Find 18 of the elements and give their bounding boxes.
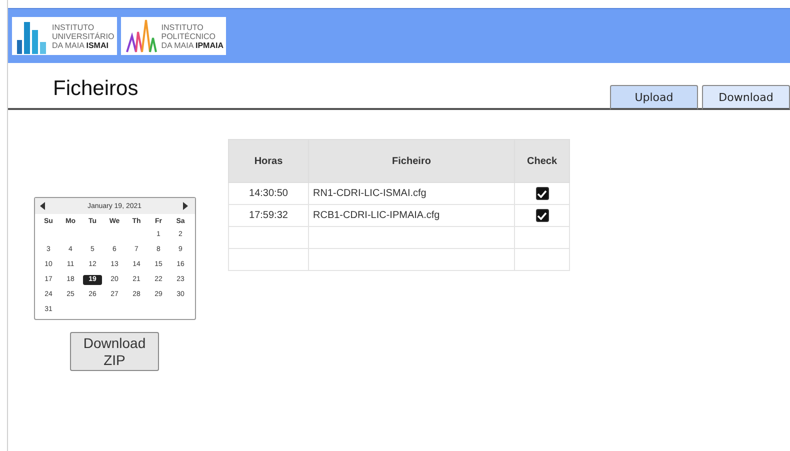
checkbox[interactable] <box>536 187 548 200</box>
previous-month-icon[interactable] <box>40 202 46 210</box>
column-header: Ficheiro <box>308 140 514 182</box>
table-cell: RCB1-CDRI-LIC-IPMAIA.cfg <box>308 204 514 226</box>
table-cell: RN1-CDRI-LIC-ISMAI.cfg <box>308 182 514 204</box>
next-month-icon[interactable] <box>183 202 190 210</box>
tab[interactable]: Upload <box>610 85 698 110</box>
checkbox[interactable] <box>536 209 548 222</box>
tab[interactable]: Download <box>702 85 790 110</box>
colored-towers-icon <box>124 18 158 54</box>
table-cell: 17:59:32 <box>228 204 308 226</box>
page-title: Ficheiros <box>53 77 138 101</box>
column-header: Horas <box>228 140 308 182</box>
download-zip-button[interactable]: Download ZIP <box>70 332 159 371</box>
logo-text: INSTITUTO UNIVERSITÁRIO DA MAIA ISMAI <box>52 22 114 50</box>
table-cell: 14:30:50 <box>228 182 308 204</box>
logo-text: INSTITUTO POLITÉCNICO DA MAIA IPMAIA <box>161 22 224 50</box>
column-header: Check <box>514 140 570 182</box>
